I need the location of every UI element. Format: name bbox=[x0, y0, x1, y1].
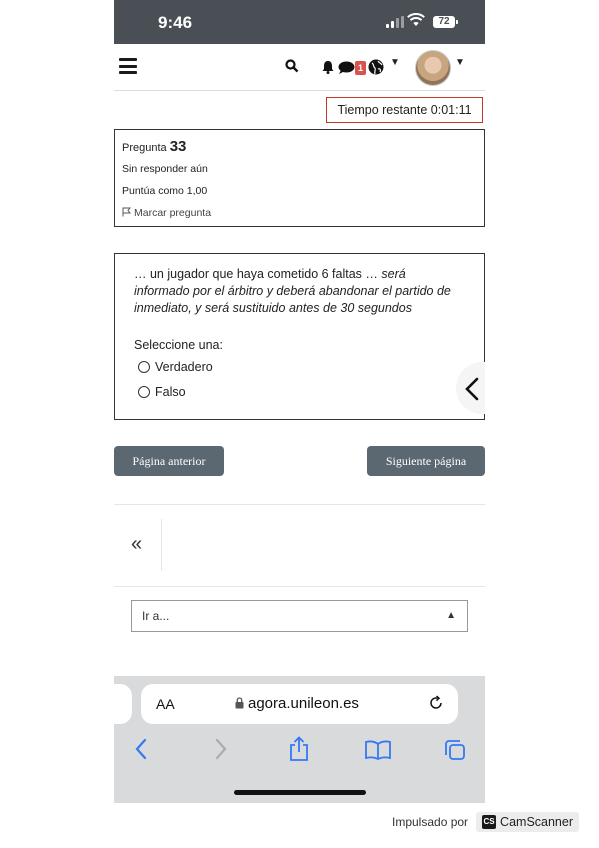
time-remaining: Tiempo restante 0:01:11 bbox=[326, 97, 483, 123]
forward-icon[interactable] bbox=[214, 738, 228, 760]
tabs-icon[interactable] bbox=[444, 739, 466, 761]
question-grade: Puntúa como 1,00 bbox=[122, 185, 208, 197]
user-menu-caret-icon[interactable]: ▼ bbox=[455, 57, 465, 68]
bell-icon[interactable] bbox=[321, 60, 335, 74]
back-icon[interactable] bbox=[134, 738, 148, 760]
browser-toolbar: AA agora.unileon.es bbox=[114, 676, 485, 803]
lock-icon bbox=[235, 697, 244, 709]
radio-false[interactable] bbox=[138, 386, 150, 398]
search-icon[interactable] bbox=[285, 59, 299, 73]
option-true[interactable]: Verdadero bbox=[138, 360, 213, 374]
phone-screen: 9:46 72 1 ▼ ▼ Tiempo restante 0:01:11 Pr… bbox=[114, 0, 485, 803]
pagination: « bbox=[114, 519, 162, 571]
menu-icon[interactable] bbox=[119, 58, 137, 74]
reload-icon[interactable] bbox=[428, 695, 444, 711]
language-caret-icon[interactable]: ▼ bbox=[390, 57, 400, 68]
avatar[interactable] bbox=[415, 50, 451, 86]
select-arrows-icon: ▲ bbox=[446, 610, 456, 621]
notification-badge: 1 bbox=[355, 61, 366, 75]
address-bar[interactable]: AA agora.unileon.es bbox=[141, 684, 458, 724]
previous-tab-preview[interactable] bbox=[114, 684, 132, 724]
question-text: … un jugador que haya cometido 6 faltas … bbox=[134, 266, 464, 317]
bookmarks-icon[interactable] bbox=[365, 740, 391, 760]
camscanner-badge: CS CamScanner bbox=[476, 812, 579, 832]
question-number-value: 33 bbox=[169, 138, 187, 155]
home-indicator bbox=[234, 790, 366, 795]
text-size-button[interactable]: AA bbox=[156, 696, 175, 712]
option-true-label: Verdadero bbox=[155, 360, 213, 374]
option-false[interactable]: Falso bbox=[138, 385, 186, 399]
question-content: … un jugador que haya cometido 6 faltas … bbox=[114, 253, 485, 420]
drawer-toggle-button[interactable] bbox=[456, 362, 485, 414]
question-text-plain: … un jugador que haya cometido 6 faltas … bbox=[134, 267, 378, 281]
question-state: Sin responder aún bbox=[122, 163, 208, 175]
previous-page-button[interactable]: Página anterior bbox=[114, 446, 224, 476]
divider bbox=[114, 504, 485, 505]
divider bbox=[114, 586, 485, 587]
option-false-label: Falso bbox=[155, 385, 186, 399]
flag-question-link[interactable]: Marcar pregunta bbox=[122, 207, 211, 219]
question-number: Pregunta 33 bbox=[122, 138, 186, 155]
jump-to-value: Ir a... bbox=[142, 609, 170, 623]
jump-to-select[interactable]: Ir a... ▲ bbox=[131, 600, 468, 632]
answer-prompt: Seleccione una: bbox=[134, 338, 223, 352]
globe-icon[interactable] bbox=[368, 59, 384, 75]
wifi-icon bbox=[407, 13, 425, 26]
radio-true[interactable] bbox=[138, 361, 150, 373]
signal-icon bbox=[386, 16, 404, 28]
chat-icon[interactable] bbox=[338, 61, 355, 74]
next-page-button[interactable]: Siguiente página bbox=[367, 446, 485, 476]
flag-icon bbox=[122, 207, 132, 217]
powered-by-label: Impulsado por bbox=[392, 815, 469, 829]
status-time: 9:46 bbox=[158, 13, 193, 32]
camscanner-name: CamScanner bbox=[500, 815, 573, 829]
question-number-prefix: Pregunta bbox=[122, 142, 167, 154]
site-navbar: 1 ▼ ▼ bbox=[114, 44, 485, 91]
status-bar: 9:46 72 bbox=[114, 0, 485, 44]
question-info: Pregunta 33 Sin responder aún Puntúa com… bbox=[114, 129, 485, 227]
first-page-link[interactable]: « bbox=[131, 533, 142, 556]
flag-question-label: Marcar pregunta bbox=[134, 207, 212, 219]
share-icon[interactable] bbox=[289, 736, 309, 762]
url-text: agora.unileon.es bbox=[248, 695, 359, 712]
battery-icon: 72 bbox=[433, 16, 458, 28]
camscanner-logo: CS bbox=[482, 815, 497, 829]
chevron-left-icon bbox=[465, 377, 479, 401]
scanner-footer: Impulsado por CS CamScanner bbox=[392, 812, 579, 832]
